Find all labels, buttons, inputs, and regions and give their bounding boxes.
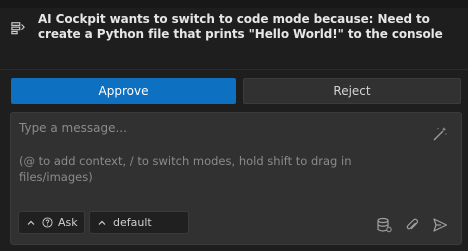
message-composer: Type a message... (@ to add context, / t…	[10, 112, 462, 245]
message-placeholder[interactable]: Type a message...	[19, 121, 127, 135]
approval-panel: AI Cockpit wants to switch to code mode …	[0, 0, 468, 251]
approval-message: AI Cockpit wants to switch to code mode …	[38, 12, 443, 41]
profile-selector[interactable]: default	[89, 211, 189, 234]
chevron-up-icon	[98, 220, 106, 225]
database-icon[interactable]	[376, 217, 392, 233]
top-strip	[0, 0, 468, 8]
divider	[0, 69, 468, 70]
send-icon[interactable]	[432, 217, 448, 233]
mode-label: Ask	[58, 216, 78, 229]
mode-selector[interactable]: Ask	[18, 211, 85, 234]
approve-button[interactable]: Approve	[11, 78, 236, 104]
message-hint: (@ to add context, / to switch modes, ho…	[19, 154, 352, 184]
magic-wand-icon[interactable]	[432, 126, 448, 142]
question-circle-icon	[42, 217, 53, 228]
profile-label: default	[113, 216, 152, 229]
switch-mode-icon	[11, 22, 25, 35]
paperclip-icon[interactable]	[404, 217, 420, 233]
chevron-up-icon	[27, 220, 35, 225]
reject-button[interactable]: Reject	[243, 78, 461, 104]
